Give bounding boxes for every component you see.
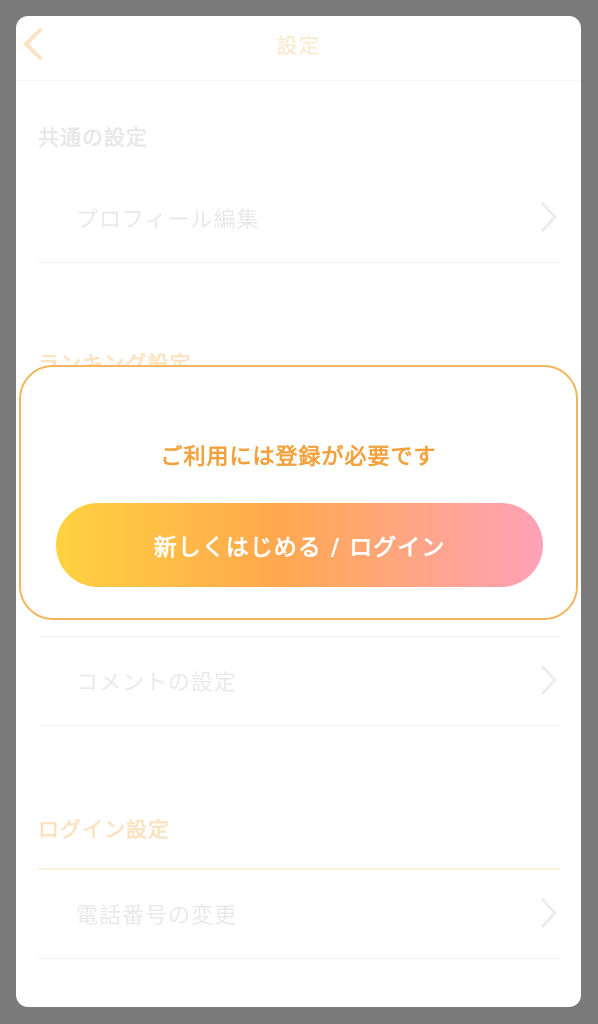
settings-row-phone-change[interactable]: 電話番号の変更 [38,868,560,959]
section-title-common: 共通の設定 [38,126,148,150]
header: 設定 [16,16,581,81]
signup-login-button[interactable]: 新しくはじめる / ログイン [56,503,543,587]
chevron-right-icon [541,898,557,928]
registration-required-modal: ご利用には登録が必要です 新しくはじめる / ログイン [19,365,578,620]
chevron-right-icon [541,202,557,232]
row-label: 電話番号の変更 [76,904,238,929]
page-title: 設定 [276,34,321,58]
settings-row-profile-edit[interactable]: プロフィール編集 [38,174,560,263]
row-label: プロフィール編集 [76,208,260,233]
chevron-right-icon [541,665,557,695]
modal-message: ご利用には登録が必要です [160,445,437,470]
row-label: コメントの設定 [76,671,238,696]
section-title-login: ログイン設定 [38,818,170,842]
settings-row-comment[interactable]: コメントの設定 [38,636,560,726]
